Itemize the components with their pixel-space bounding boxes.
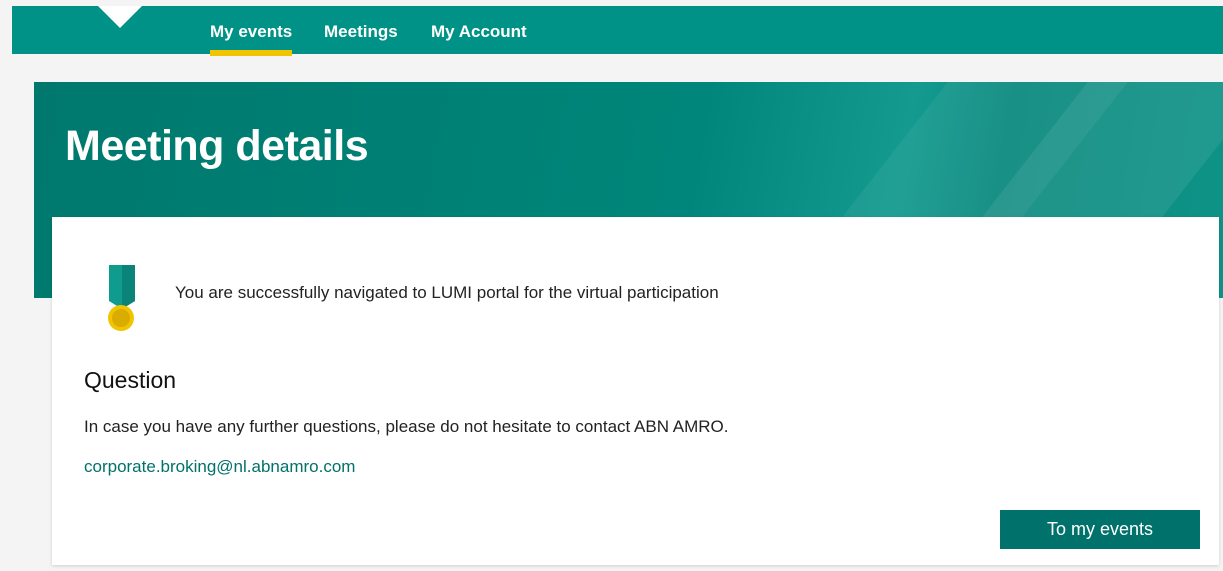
question-text: In case you have any further questions, … [84, 417, 729, 436]
question-heading: Question [84, 367, 177, 393]
page-title: Meeting details [65, 122, 369, 170]
nav-item-my-events[interactable]: My events [210, 22, 293, 56]
meeting-details-card: You are successfully navigated to LUMI p… [52, 217, 1219, 565]
medal-icon [108, 265, 135, 331]
success-message: You are successfully navigated to LUMI p… [175, 283, 719, 302]
top-navigation-bar: My events Meetings My Account [12, 6, 1223, 56]
nav-item-meetings[interactable]: Meetings [324, 22, 398, 42]
to-my-events-button[interactable]: To my events [1000, 510, 1200, 549]
nav-item-my-account[interactable]: My Account [431, 22, 527, 42]
nav-notch-indicator [98, 6, 142, 28]
contact-email-link[interactable]: corporate.broking@nl.abnamro.com [84, 457, 355, 477]
